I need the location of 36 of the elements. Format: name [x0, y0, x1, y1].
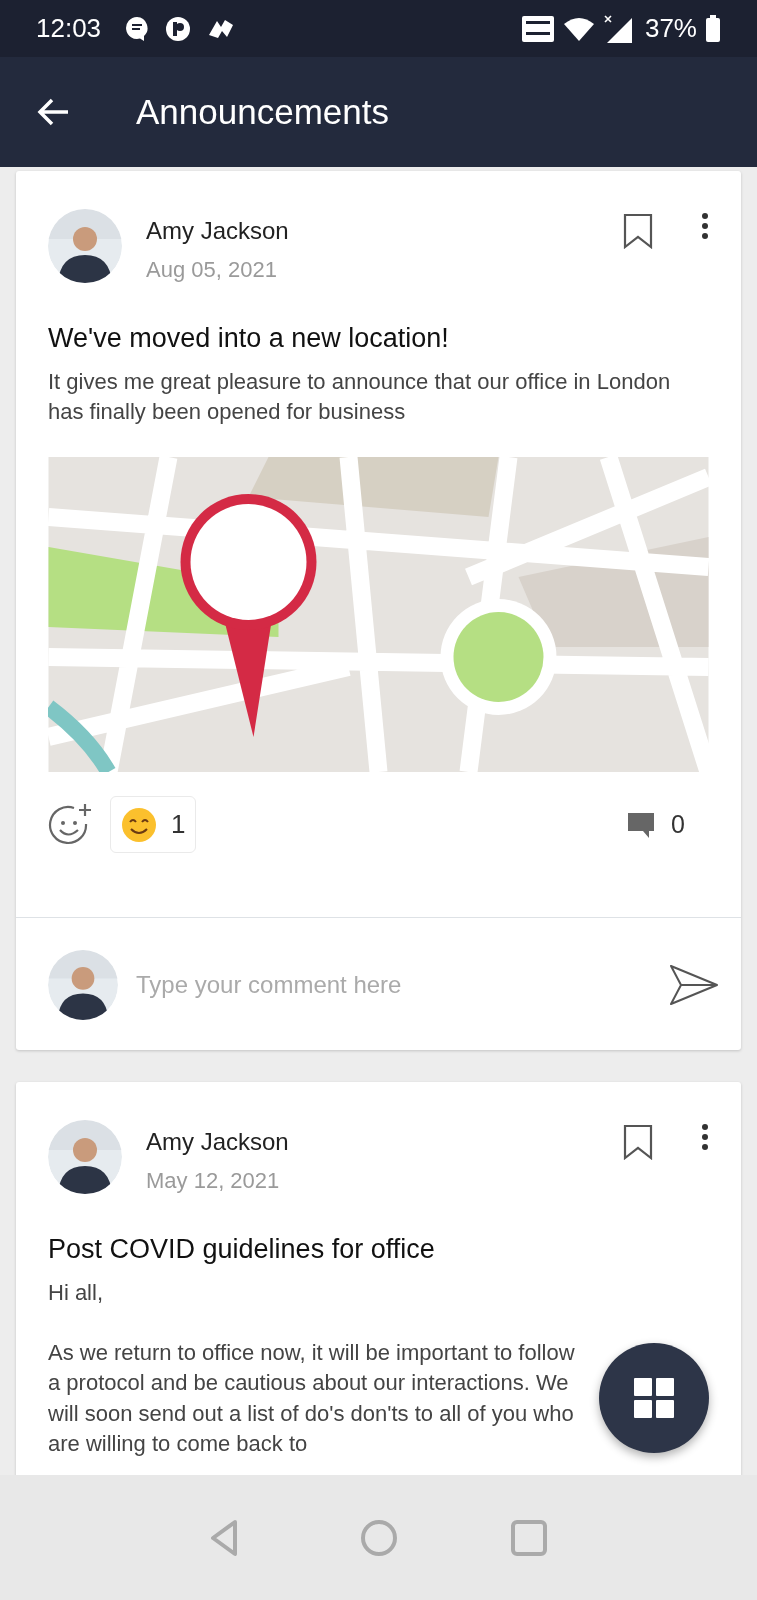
more-options-button[interactable] [701, 1124, 709, 1151]
comment-icon [627, 810, 656, 839]
app-badge-icon [165, 15, 192, 42]
battery-icon [705, 14, 721, 43]
post-text: It gives me great pleasure to announce that our office in London has finally been opened for business [48, 367, 672, 426]
screen-title: Announcements [136, 90, 389, 133]
reaction-chip[interactable]: 1 [110, 796, 197, 854]
commenter-avatar [48, 950, 118, 1021]
post-date: Aug 05, 2021 [146, 256, 278, 284]
send-icon [669, 964, 719, 1007]
post-text: As we return to office now, it will be important to follow a protocol and be cautious about our interactions. We will soon send out a list of do's don'ts to all of you who are willing to come back to [48, 1339, 576, 1459]
nav-home-icon [358, 1517, 399, 1558]
vowifi-icon [520, 14, 555, 43]
smiling-face-icon [121, 806, 157, 843]
chat-bubble-icon [125, 15, 150, 42]
wifi-icon [562, 15, 595, 42]
bookmark-button[interactable] [623, 1124, 653, 1161]
post-title: We've moved into a new location! [48, 322, 450, 355]
back-button[interactable] [36, 97, 70, 127]
comment-count: 0 [671, 808, 685, 840]
author-name: Amy Jackson [146, 1127, 290, 1158]
grid-icon [634, 1378, 674, 1418]
post-date: May 12, 2021 [146, 1167, 281, 1196]
bookmark-button[interactable] [623, 213, 653, 249]
author-name: Amy Jackson [146, 216, 290, 246]
back-arrow-icon [36, 97, 70, 127]
more-vertical-icon [701, 1124, 709, 1151]
signal-icon [602, 13, 633, 44]
post-title: Post COVID guidelines for office [48, 1233, 436, 1267]
more-vertical-icon [701, 213, 709, 239]
send-button[interactable] [669, 964, 719, 1007]
post-text: Hi all, [48, 1278, 104, 1307]
battery-percent: 37% [644, 12, 697, 45]
status-time: 12:03 [36, 12, 102, 45]
more-options-button[interactable] [701, 213, 709, 239]
nav-recents-icon [508, 1517, 549, 1558]
